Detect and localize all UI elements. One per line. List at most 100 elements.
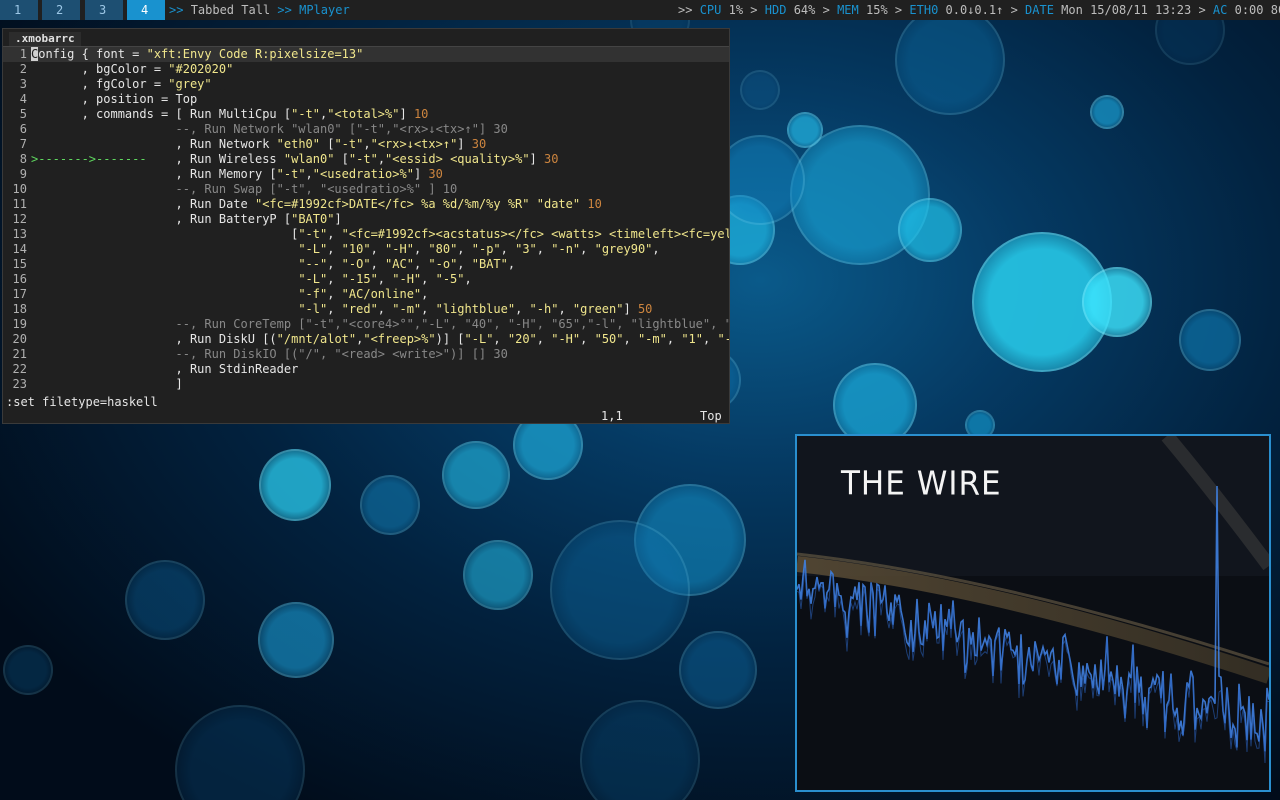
code-token: "10" — [341, 242, 371, 256]
video-title-card: THE WIRE — [841, 465, 1002, 503]
cursor-position: 1,1 — [601, 409, 623, 423]
code-line[interactable]: 11 , Run Date "<fc=#1992cf>DATE</fc> %a … — [3, 197, 729, 212]
code-token: , — [327, 242, 342, 256]
code-token: 50 — [637, 302, 653, 316]
code-token: "<total>%" — [327, 107, 400, 121]
code-line[interactable]: 6 --, Run Network "wlan0" ["-t","<rx>↓<t… — [3, 122, 729, 137]
code-line[interactable]: 9 , Run Memory ["-t","<usedratio>%"] 30 — [3, 167, 729, 182]
code-line[interactable]: 14 "-L", "10", "-H", "80", "-p", "3", "-… — [3, 242, 729, 257]
line-number: 11 — [12, 197, 27, 211]
workspace-2-button[interactable]: 2 — [42, 0, 80, 20]
code-token: >------->------- — [31, 152, 147, 166]
code-token: "-f" — [298, 287, 328, 301]
workspace-3-button[interactable]: 3 — [85, 0, 123, 20]
code-token: ] — [399, 107, 414, 121]
line-number: 15 — [12, 257, 27, 271]
line-number: 1 — [19, 47, 27, 61]
code-token: "<rx>↓<tx>↑" — [370, 137, 458, 151]
mem-label: MEM — [837, 3, 859, 17]
separator: > — [1010, 3, 1018, 17]
code-token: "-L" — [464, 332, 494, 346]
line-number: 3 — [19, 77, 27, 91]
code-line[interactable]: 13 ["-t", "<fc=#1992cf><acstatus></fc> <… — [3, 227, 729, 242]
line-number: 14 — [12, 242, 27, 256]
code-token: , — [457, 257, 472, 271]
eth-value: 0.0↓0.1↑ — [945, 3, 1004, 17]
status-bar: 1 2 3 4 >> Tabbed Tall >> MPlayer >> CPU… — [0, 0, 1280, 20]
code-token: , — [363, 137, 371, 151]
editor-tab[interactable]: .xmobarrc — [9, 32, 81, 46]
code-token: ] — [413, 167, 429, 181]
code-line[interactable]: 3 , fgColor = "grey" — [3, 77, 729, 92]
code-token: , — [580, 242, 595, 256]
line-number: 8 — [19, 152, 27, 166]
code-area[interactable]: 1 Config { font = "xft:Envy Code R:pixels… — [3, 47, 729, 392]
code-token: "#202020" — [168, 62, 234, 76]
code-line[interactable]: 4 , position = Top — [3, 92, 729, 107]
code-token: "-n" — [551, 242, 581, 256]
code-line[interactable]: 1 Config { font = "xft:Envy Code R:pixels… — [3, 47, 729, 62]
code-token: "AC/online" — [341, 287, 422, 301]
code-token: "-t" — [298, 227, 328, 241]
code-token: 10 — [587, 197, 602, 211]
code-line[interactable]: 10 --, Run Swap ["-t", "<usedratio>%" ] … — [3, 182, 729, 197]
code-line[interactable]: 2 , bgColor = "#202020" — [3, 62, 729, 77]
line-number: 12 — [12, 212, 27, 226]
code-line[interactable]: 20 , Run DiskU [("/mnt/alot", "<freep>%")… — [3, 332, 729, 347]
code-token: , — [370, 242, 386, 256]
code-token: "<fc=#1992cf>DATE</fc> %a %d/%m/%y %R" — [254, 197, 530, 211]
code-token: , fgColor = — [31, 77, 169, 91]
workspace-1-button[interactable]: 1 — [0, 0, 38, 20]
bokeh-light — [740, 70, 780, 110]
code-line[interactable]: 16 "-L", "-15", "-H", "-5", — [3, 272, 729, 287]
cpu-label: CPU — [699, 3, 722, 17]
code-token: , — [652, 242, 660, 256]
workspace-4-button[interactable]: 4 — [127, 0, 165, 20]
code-line[interactable]: 19 --, Run CoreTemp ["-t","<core4>°","-L… — [3, 317, 729, 332]
code-token: , — [377, 302, 393, 316]
code-token: --, Run DiskIO [("/", "<read> <write>")]… — [31, 347, 508, 361]
code-token: )] [ — [435, 332, 465, 346]
line-number: 10 — [12, 182, 27, 196]
code-token: "80" — [428, 242, 458, 256]
code-token: "eth0" — [276, 137, 320, 151]
code-line[interactable]: 7 , Run Network "eth0" ["-t","<rx>↓<tx>↑… — [3, 137, 729, 152]
code-line[interactable]: 21 --, Run DiskIO [("/", "<read> <write>… — [3, 347, 729, 362]
code-line[interactable]: 5 , commands = [ Run MultiCpu ["-t","<to… — [3, 107, 729, 122]
code-token: "-H" — [392, 272, 422, 286]
code-token: , — [413, 257, 429, 271]
bokeh-light — [679, 631, 757, 709]
layout-indicator: >> Tabbed Tall >> MPlayer — [169, 0, 350, 20]
code-token: , bgColor = — [31, 62, 169, 76]
window-title: MPlayer — [299, 3, 350, 17]
code-token: "BAT0" — [291, 212, 335, 226]
window-prefix: >> — [277, 3, 292, 17]
code-line[interactable]: 18 "-l", "red", "-m", "lightblue", "-h",… — [3, 302, 729, 317]
code-token: "-O" — [341, 257, 371, 271]
code-token: , — [377, 152, 386, 166]
code-line[interactable]: 8 >------->------- , Run Wireless "wlan0"… — [3, 152, 729, 167]
code-token: , Run Date — [31, 197, 255, 211]
code-token: "-p" — [471, 242, 501, 256]
code-token: , — [421, 287, 429, 301]
battery-value: 0:00 80% — [1234, 3, 1280, 17]
code-token: , — [413, 242, 429, 256]
code-token: , — [703, 332, 718, 346]
code-line[interactable]: 17 "-f", "AC/online", — [3, 287, 729, 302]
code-token: [ — [320, 137, 335, 151]
code-line[interactable]: 12 , Run BatteryP ["BAT0"] — [3, 212, 729, 227]
editor-window[interactable]: .xmobarrc 1 Config { font = "xft:Envy Cod… — [2, 28, 730, 424]
system-monitor: >> CPU 1% > HDD 64% > MEM 15% > ETH0 0.0… — [678, 0, 1280, 20]
code-line[interactable]: 15 "--", "-O", "AC", "-o", "BAT", — [3, 257, 729, 272]
code-line[interactable]: 22 , Run StdinReader — [3, 362, 729, 377]
command-line[interactable]: :set filetype=haskell — [3, 395, 729, 409]
line-number: 17 — [12, 287, 27, 301]
mplayer-window[interactable]: THE WIRE — [795, 434, 1271, 792]
code-token: "green" — [572, 302, 624, 316]
line-number: 13 — [12, 227, 27, 241]
code-line[interactable]: 23 ] — [3, 377, 729, 392]
line-number: 9 — [19, 167, 27, 181]
